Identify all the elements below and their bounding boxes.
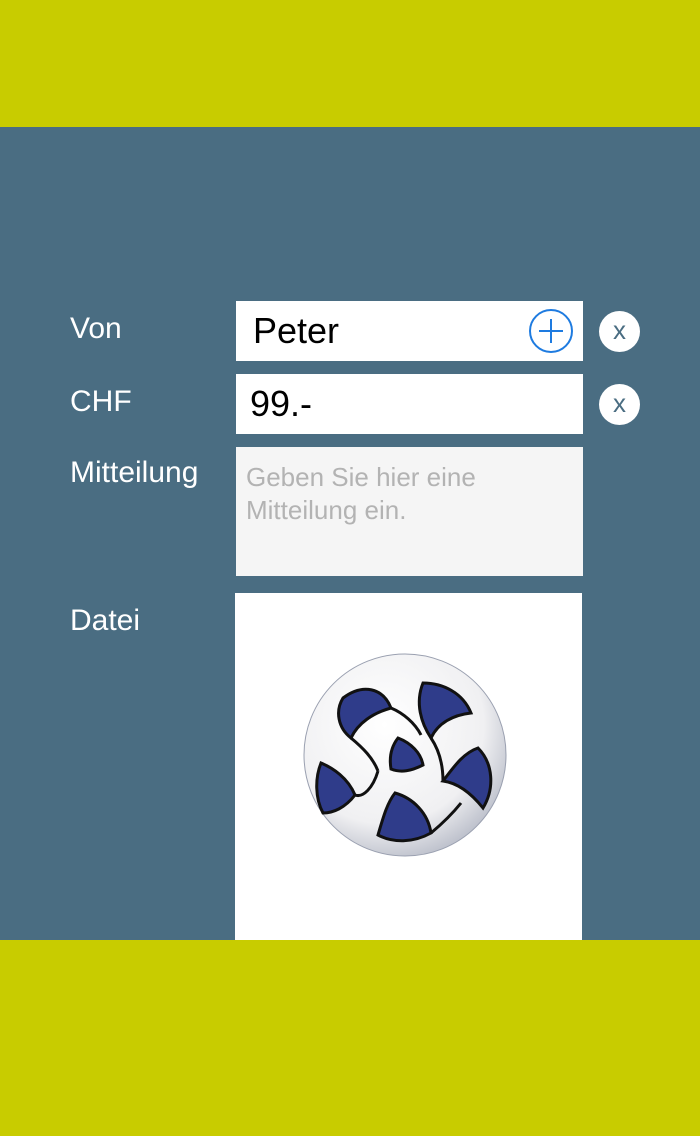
add-contact-button[interactable] [529, 309, 573, 353]
amount-label: CHF [70, 385, 132, 418]
message-label: Mitteilung [70, 456, 199, 489]
top-bar [0, 0, 700, 127]
soccer-ball-image [303, 653, 507, 857]
clear-icon: x [613, 315, 626, 345]
from-label: Von [70, 312, 122, 345]
clear-amount-button[interactable]: x [599, 384, 640, 425]
clear-icon: x [613, 388, 626, 418]
file-label: Datei [70, 604, 141, 637]
amount-value: 99.- [250, 383, 313, 424]
from-value: Peter [253, 310, 340, 351]
from-field[interactable]: Peter [236, 301, 583, 361]
message-placeholder: Geben Sie hier eine Mitteilung ein. [246, 462, 476, 525]
clear-from-button[interactable]: x [599, 311, 640, 352]
file-preview[interactable] [235, 593, 582, 940]
amount-field[interactable]: 99.- [236, 374, 583, 434]
payment-form: Von Peter x CHF 99.- x Mitteilung Geben … [0, 127, 700, 940]
bottom-bar [0, 940, 700, 1136]
message-textarea[interactable]: Geben Sie hier eine Mitteilung ein. [236, 447, 583, 576]
